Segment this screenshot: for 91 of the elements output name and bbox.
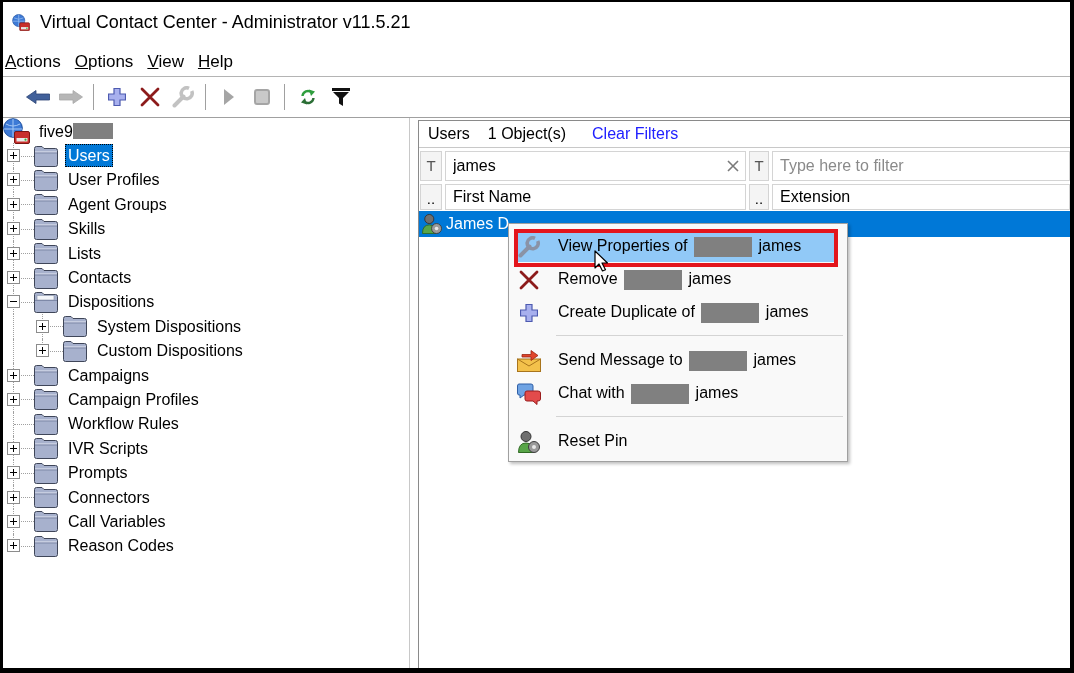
- plus-box-icon[interactable]: [7, 466, 20, 480]
- tree-item[interactable]: Campaigns: [65, 363, 152, 387]
- tree-item[interactable]: Contacts: [65, 266, 135, 290]
- arrow-right-icon: [59, 90, 83, 104]
- tree-item[interactable]: Custom Dispositions: [94, 339, 246, 363]
- folder-icon: [34, 388, 58, 411]
- envelope-icon: [517, 349, 541, 372]
- plus-box-icon[interactable]: [7, 222, 20, 236]
- folder-icon: [34, 486, 58, 509]
- folder-icon: [34, 144, 58, 167]
- plus-box-icon[interactable]: [7, 197, 20, 211]
- minus-box-icon[interactable]: [7, 295, 20, 309]
- plus-box-icon[interactable]: [7, 393, 20, 406]
- tree-item[interactable]: Dispositions: [65, 290, 158, 314]
- cross-icon: [140, 87, 160, 107]
- filter-field[interactable]: james: [445, 151, 746, 181]
- menu-item[interactable]: Send Message to james: [514, 343, 838, 376]
- folder-icon: [34, 242, 58, 265]
- plus-box-icon[interactable]: [7, 514, 20, 528]
- column-header[interactable]: First Name: [445, 184, 746, 210]
- table-cell-text: James D: [446, 214, 510, 234]
- menu-item[interactable]: Remove james: [514, 262, 838, 295]
- tree-item[interactable]: Prompts: [65, 461, 131, 485]
- menu-item[interactable]: Create Duplicate of james: [514, 295, 838, 328]
- filter-type-button[interactable]: T: [749, 151, 769, 181]
- wrench-icon: [518, 235, 540, 258]
- open-folder-icon: [34, 290, 58, 313]
- tree-item[interactable]: Call Variables: [65, 509, 169, 533]
- folder-icon: [63, 315, 87, 338]
- plus-icon: [520, 303, 538, 322]
- plus-box-icon[interactable]: [36, 344, 49, 358]
- user-gear-icon: [518, 430, 540, 453]
- folder-icon: [34, 534, 58, 557]
- tree-item[interactable]: Reason Codes: [65, 534, 177, 558]
- filter-type-button[interactable]: T: [420, 151, 442, 181]
- clear-filters-link[interactable]: Clear Filters: [592, 122, 679, 146]
- tree-item[interactable]: five9: [39, 120, 73, 142]
- arrow-left-icon: [26, 90, 50, 104]
- menu-item[interactable]: Help: [196, 50, 234, 74]
- folder-icon: [34, 193, 58, 216]
- tree-item[interactable]: Lists: [65, 241, 104, 265]
- clear-icon[interactable]: [727, 160, 739, 172]
- filter-field[interactable]: Type here to filter: [772, 151, 1070, 181]
- plus-box-icon[interactable]: [7, 490, 20, 504]
- plus-box-icon[interactable]: [7, 368, 20, 382]
- window-title: Virtual Contact Center - Administrator v11.5.21: [40, 10, 411, 34]
- plus-box-icon[interactable]: [7, 441, 20, 455]
- folder-icon: [34, 461, 58, 484]
- stop-icon: [254, 89, 270, 105]
- cross-icon: [519, 269, 539, 290]
- menu-item[interactable]: Options: [73, 50, 135, 74]
- tree-item[interactable]: Users: [65, 144, 113, 168]
- wrench-icon: [172, 86, 194, 108]
- folder-icon: [34, 437, 58, 460]
- tree-item[interactable]: Connectors: [65, 485, 153, 509]
- tree-item[interactable]: System Dispositions: [94, 314, 245, 338]
- tree-item[interactable]: Workflow Rules: [65, 412, 182, 436]
- column-menu-button[interactable]: ..: [749, 184, 769, 210]
- plus-box-icon[interactable]: [7, 246, 20, 260]
- folder-icon: [34, 168, 58, 191]
- folder-icon: [34, 217, 58, 240]
- plus-box-icon[interactable]: [7, 271, 20, 285]
- refresh-icon: [300, 89, 316, 105]
- plus-box-icon[interactable]: [7, 149, 20, 163]
- tree-item[interactable]: User Profiles: [65, 168, 163, 192]
- app-icon: [12, 13, 30, 31]
- tree-item[interactable]: Skills: [65, 217, 109, 241]
- column-header[interactable]: Extension: [772, 184, 1070, 210]
- plus-box-icon[interactable]: [7, 539, 20, 553]
- menu-item[interactable]: View: [146, 50, 185, 74]
- plus-box-icon[interactable]: [36, 319, 49, 333]
- object-count: 1 Object(s): [487, 124, 567, 144]
- tree-item[interactable]: Agent Groups: [65, 192, 170, 216]
- list-title: Users: [428, 124, 470, 144]
- chat-bubbles-icon: [517, 382, 541, 405]
- plus-box-icon[interactable]: [7, 173, 20, 187]
- menu-item[interactable]: Chat with james: [514, 376, 838, 409]
- menu-item[interactable]: Actions: [4, 50, 62, 74]
- folder-icon: [34, 364, 58, 387]
- folder-icon: [34, 510, 58, 533]
- column-menu-button[interactable]: ..: [420, 184, 442, 210]
- globe-server-icon: [3, 118, 30, 145]
- menu-item[interactable]: Reset Pin: [514, 424, 838, 457]
- tree-item[interactable]: IVR Scripts: [65, 436, 151, 460]
- user-gear-icon: [422, 214, 442, 234]
- tree-item[interactable]: Campaign Profiles: [65, 388, 202, 411]
- play-icon: [224, 89, 234, 105]
- folder-icon: [63, 339, 87, 362]
- plus-icon: [108, 88, 126, 106]
- folder-icon: [34, 266, 58, 289]
- filter-icon: [332, 88, 350, 106]
